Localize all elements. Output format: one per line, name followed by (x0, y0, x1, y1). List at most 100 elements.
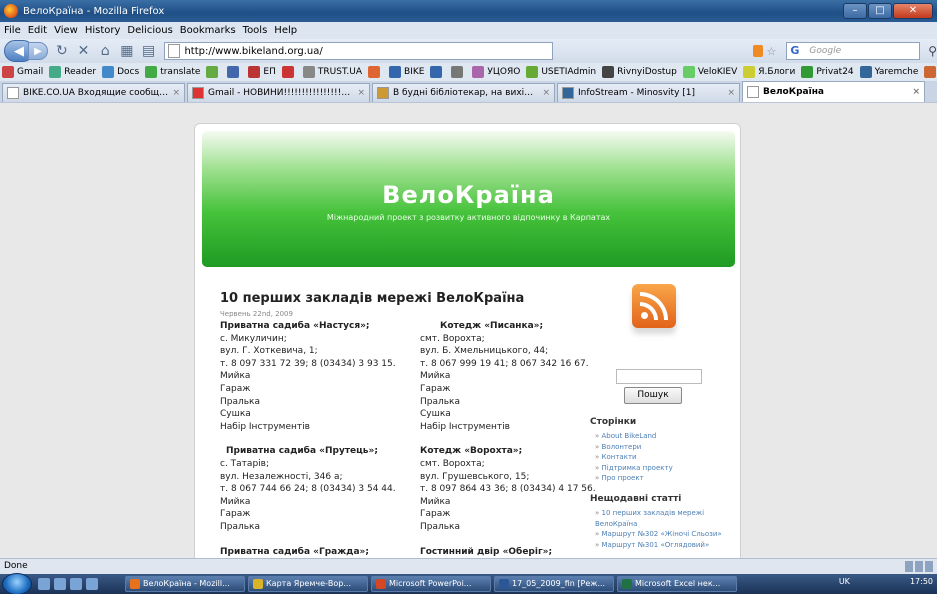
tab-2[interactable]: В будні бібліотекар, на вихідних ве... × (372, 83, 555, 102)
bookmarks-sidebar-icon[interactable]: ▦ (119, 41, 135, 61)
menu-item-tools[interactable]: Tools (243, 25, 268, 36)
tab-close-icon[interactable]: × (727, 88, 735, 98)
bookmark-item[interactable] (367, 66, 383, 78)
bookmark-item[interactable]: translate (145, 66, 200, 78)
quick-launch-icon[interactable] (54, 578, 66, 590)
menu-item-bookmarks[interactable]: Bookmarks (180, 25, 236, 36)
tab-1[interactable]: Gmail - НОВИНИ!!!!!!!!!!!!!!!!!!!!!!!!!!… (187, 83, 370, 102)
bookmark-icon (388, 66, 401, 78)
sidebar-link[interactable]: About BikeLand (595, 431, 735, 442)
sidebar-link[interactable]: Маршрут №301 «Оглядовий» (595, 540, 733, 551)
sidebar-search-button[interactable]: Пошук (624, 387, 682, 404)
taskbar-button[interactable]: Microsoft Excel нек... (617, 576, 737, 592)
tab-favicon (7, 87, 19, 99)
status-bar: Done (0, 558, 937, 574)
bookmark-item[interactable]: RivnyiDostup (602, 66, 677, 78)
tab-close-icon[interactable]: × (357, 88, 365, 98)
venue-detail: Гараж (220, 509, 251, 520)
reload-icon[interactable]: ↻ (54, 41, 70, 61)
start-button[interactable] (2, 573, 32, 594)
bookmark-item[interactable]: Docs (102, 66, 139, 78)
minimize-button[interactable]: – (843, 3, 867, 19)
bookmark-item[interactable]: USETIAdmin (526, 66, 596, 78)
tab-3[interactable]: InfoStream - Minosvity [1] × (557, 83, 740, 102)
windows-taskbar: ВелоКраїна - Mozill... Карта Яремче-Вор..… (0, 573, 937, 594)
taskbar-button[interactable]: Карта Яремче-Вор... (248, 576, 368, 592)
bookmark-icon (302, 66, 315, 78)
post-title[interactable]: 10 перших закладів мережі ВелоКраїна (220, 291, 524, 306)
search-box[interactable]: G Google (786, 42, 921, 60)
quick-launch-icon[interactable] (86, 578, 98, 590)
forward-button[interactable]: ▶ (28, 42, 48, 60)
taskbar-button[interactable]: ВелоКраїна - Mozill... (125, 576, 245, 592)
menu-item-delicious[interactable]: Delicious (127, 25, 172, 36)
search-icon[interactable]: ⚲ (928, 44, 937, 58)
tab-close-icon[interactable]: × (542, 88, 550, 98)
bookmark-item[interactable] (206, 66, 221, 78)
bookmark-icon (248, 66, 261, 78)
sidebar-search-input[interactable] (616, 369, 702, 384)
taskbar-label: ВелоКраїна - Mozill... (143, 579, 230, 588)
tab-4[interactable]: ВелоКраїна × (742, 81, 925, 102)
sidebar-link[interactable]: Контакти (595, 452, 735, 463)
bookmark-item[interactable]: BIKE (388, 66, 425, 78)
venue-detail: Пралька (220, 521, 261, 532)
bookmark-star-icon[interactable]: ☆ (767, 45, 777, 58)
taskbar-button[interactable]: 17_05_2009_fin [Реж... (494, 576, 614, 592)
sidebar-link[interactable]: Підтримка проекту (595, 463, 735, 474)
bookmark-item[interactable]: Клуб 25 (924, 66, 937, 78)
venue-detail: Мийка (420, 371, 451, 382)
delicious-tag-icon[interactable]: ▤ (141, 41, 157, 61)
menu-item-view[interactable]: View (54, 25, 78, 36)
sidebar-link[interactable]: 10 перших закладів мережі ВелоКраїна (595, 508, 733, 529)
bookmark-item[interactable] (430, 66, 445, 78)
bookmark-item[interactable]: Privat24 (801, 66, 854, 78)
bookmark-item[interactable] (281, 66, 297, 78)
menu-item-file[interactable]: File (4, 25, 21, 36)
tab-close-icon[interactable]: × (172, 88, 180, 98)
bookmark-icon (2, 66, 14, 78)
feed-icon[interactable] (753, 45, 763, 57)
tab-0[interactable]: BIKE.CO.UA Входящие сообщения × (2, 83, 185, 102)
navigation-toolbar: ◀ ▶ ↻ ✕ ⌂ ▦ ▤ http://www.bikeland.org.ua… (0, 39, 937, 63)
bookmark-label: BIKE (403, 67, 425, 77)
sidebar-link[interactable]: Про проект (595, 473, 735, 484)
bookmark-item[interactable]: УЦОЯО (472, 66, 520, 78)
address-bar[interactable]: http://www.bikeland.org.ua/ (164, 42, 554, 60)
venue-name: Гостинний двір «Оберіг»; (420, 546, 553, 557)
clock[interactable]: 17:50 (910, 577, 933, 586)
quick-launch-icon[interactable] (38, 578, 50, 590)
site-title[interactable]: ВелоКраїна (202, 181, 735, 209)
sidebar-link[interactable]: Маршрут №302 «Жіночі Сльози» (595, 529, 733, 540)
bookmark-item[interactable]: Gmail (2, 66, 43, 78)
maximize-button[interactable]: □ (868, 3, 892, 19)
bookmark-item[interactable]: Yaremche (859, 66, 918, 78)
taskbar-button[interactable]: Microsoft PowerPoi... (371, 576, 491, 592)
bookmark-item[interactable]: TRUST.UA (302, 66, 362, 78)
tab-close-icon[interactable]: × (912, 87, 920, 97)
stop-icon[interactable]: ✕ (76, 41, 92, 61)
venue-name: Приватна садиба «Прутець»; (226, 446, 378, 457)
firefox-icon (4, 4, 18, 18)
venue-detail: Гараж (420, 383, 451, 394)
close-button[interactable]: ✕ (893, 3, 933, 19)
home-icon[interactable]: ⌂ (97, 41, 113, 61)
bookmark-item[interactable]: ЕП (248, 66, 276, 78)
bookmark-item[interactable] (227, 66, 242, 78)
sidebar-link[interactable]: Волонтери (595, 442, 735, 453)
bookmark-item[interactable]: Reader (49, 66, 96, 78)
window-title: ВелоКраїна - Mozilla Firefox (23, 5, 165, 17)
quick-launch-icon[interactable] (70, 578, 82, 590)
bookmark-label: translate (160, 67, 201, 77)
language-indicator[interactable]: UK (839, 577, 850, 586)
bookmark-item[interactable]: VeloKIEV (682, 66, 737, 78)
bookmark-item[interactable] (451, 66, 466, 78)
bookmark-item[interactable]: Я.Блоги (743, 66, 795, 78)
tab-label: InfoStream - Minosvity [1] (578, 88, 696, 98)
menu-item-edit[interactable]: Edit (28, 25, 47, 36)
rss-feed-icon[interactable] (632, 284, 676, 328)
menu-item-help[interactable]: Help (274, 25, 297, 36)
recent-posts-list: 10 перших закладів мережі ВелоКраїнаМарш… (595, 508, 733, 550)
bookmark-icon (281, 66, 294, 78)
menu-item-history[interactable]: History (85, 25, 121, 36)
